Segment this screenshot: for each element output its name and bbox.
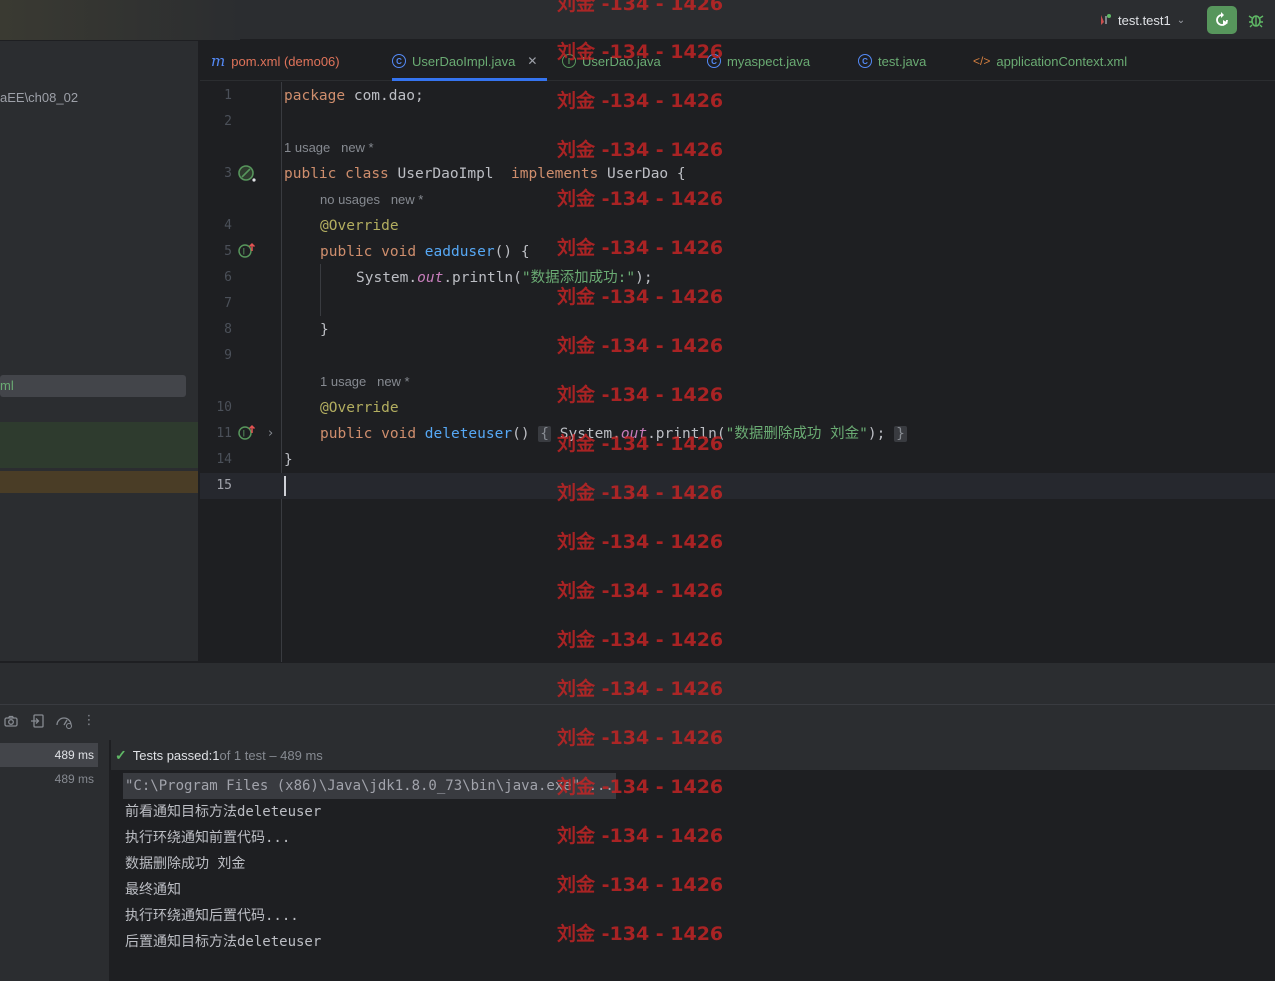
run-config-icon <box>1098 13 1112 27</box>
watermark-text: 刘金 -134 - 1426 <box>557 237 724 259</box>
svg-text:I: I <box>243 248 246 258</box>
line-number: 8 <box>224 322 232 337</box>
camera-icon[interactable] <box>3 713 19 729</box>
watermark-text: 刘金 -134 - 1426 <box>557 0 724 15</box>
watermark-text: 刘金 -134 - 1426 <box>557 482 724 504</box>
watermark-text: 刘金 -134 - 1426 <box>557 188 724 210</box>
console-line: 执行环绕通知后置代码.... <box>125 908 299 924</box>
code-line: public void eadduser() { <box>320 244 530 260</box>
svg-text:I: I <box>243 430 246 440</box>
test-tree-row[interactable]: 489 ms <box>0 767 98 791</box>
more-options-icon[interactable]: ⋮ <box>81 713 97 729</box>
line-number: 10 <box>216 400 232 415</box>
class-icon: C <box>858 54 872 68</box>
watermark-text: 刘金 -134 - 1426 <box>557 433 724 455</box>
tab-test[interactable]: C test.java <box>858 41 926 81</box>
usage-hint[interactable]: 1 usage new * <box>320 371 410 393</box>
text-caret <box>284 476 286 496</box>
line-number: 11 <box>216 426 232 441</box>
line-number-current: 15 <box>216 478 232 493</box>
watermark-text: 刘金 -134 - 1426 <box>557 90 724 112</box>
close-icon[interactable]: ✕ <box>527 54 537 68</box>
fold-chevron-icon[interactable]: › <box>268 426 273 441</box>
line-number: 1 <box>224 88 232 103</box>
project-selected-item[interactable]: ml <box>0 375 186 397</box>
code-line: package com.dao; <box>284 88 424 104</box>
console-command-line[interactable]: "C:\Program Files (x86)\Java\jdk1.8.0_73… <box>123 773 616 799</box>
tab-label: test.java <box>878 53 927 69</box>
project-highlight-brown <box>0 471 198 493</box>
line-number: 14 <box>216 452 232 467</box>
code-line: } <box>320 322 329 338</box>
tab-applicationcontext[interactable]: </> applicationContext.xml <box>973 41 1127 81</box>
line-number: 9 <box>224 348 232 363</box>
line-number: 5 <box>224 244 232 259</box>
speedometer-icon[interactable] <box>55 713 73 730</box>
implements-interface-icon[interactable] <box>237 164 257 188</box>
line-number: 2 <box>224 114 232 129</box>
tab-label: UserDaoImpl.java <box>412 53 516 69</box>
watermark-text: 刘金 -134 - 1426 <box>557 874 724 896</box>
watermark-text: 刘金 -134 - 1426 <box>557 335 724 357</box>
chevron-down-icon: ⌄ <box>1176 14 1186 26</box>
test-tree-panel: 489 ms 489 ms <box>0 740 110 981</box>
watermark-text: 刘金 -134 - 1426 <box>557 41 724 63</box>
rerun-icon <box>1216 12 1228 26</box>
watermark-text: 刘金 -134 - 1426 <box>557 776 724 798</box>
project-path-item[interactable]: aEE\ch08_02 <box>0 90 78 105</box>
tab-label: applicationContext.xml <box>996 53 1128 69</box>
watermark-text: 刘金 -134 - 1426 <box>557 825 724 847</box>
line-number: 4 <box>224 218 232 233</box>
run-config-label: test.test1 <box>1118 12 1171 28</box>
run-config-selector[interactable]: test.test1 ⌄ <box>1098 10 1185 30</box>
check-icon: ✓ <box>115 746 127 763</box>
rerun-button[interactable] <box>1207 6 1237 34</box>
watermark-text: 刘金 -134 - 1426 <box>557 139 724 161</box>
line-number: 6 <box>224 270 232 285</box>
class-icon: C <box>392 54 406 68</box>
code-line: @Override <box>320 218 399 234</box>
watermark-text: 刘金 -134 - 1426 <box>557 727 724 749</box>
status-count: 1 <box>212 747 220 763</box>
code-line: public class UserDaoImpl implements User… <box>284 166 686 182</box>
project-panel: aEE\ch08_02 ml <box>0 41 199 661</box>
test-tree-row[interactable]: 489 ms <box>0 743 98 767</box>
code-line: @Override <box>320 400 399 416</box>
import-tests-icon[interactable] <box>30 713 46 729</box>
console-line: 最终通知 <box>125 882 181 898</box>
line-number: 7 <box>224 296 232 311</box>
editor-tab-bar: m pom.xml (demo06) C UserDaoImpl.java ✕ … <box>200 41 1275 81</box>
override-method-icon[interactable]: I <box>237 241 257 263</box>
maven-icon: m <box>211 52 226 70</box>
xml-icon: </> <box>973 54 991 68</box>
tab-label: pom.xml (demo06) <box>231 53 340 69</box>
tab-userdaoimpl[interactable]: C UserDaoImpl.java ✕ <box>392 41 548 81</box>
line-number: 3 <box>224 166 232 181</box>
watermark-text: 刘金 -134 - 1426 <box>557 286 724 308</box>
title-bar-background <box>0 0 240 40</box>
code-line: } <box>284 452 293 468</box>
tab-label: myaspect.java <box>727 53 811 69</box>
usage-hint[interactable]: 1 usage new * <box>284 137 374 159</box>
current-line-highlight <box>200 473 1275 499</box>
override-method-icon[interactable]: I <box>237 423 257 445</box>
console-line: 后置通知目标方法deleteuser <box>125 934 322 950</box>
debug-button[interactable] <box>1244 8 1268 32</box>
usage-hint[interactable]: no usages new * <box>320 189 423 211</box>
watermark-text: 刘金 -134 - 1426 <box>557 923 724 945</box>
watermark-text: 刘金 -134 - 1426 <box>557 580 724 602</box>
project-highlight-green <box>0 422 198 468</box>
watermark-text: 刘金 -134 - 1426 <box>557 531 724 553</box>
console-line: 数据删除成功 刘金 <box>125 856 246 872</box>
console-line: 执行环绕通知前置代码... <box>125 830 291 846</box>
watermark-text: 刘金 -134 - 1426 <box>557 629 724 651</box>
watermark-text: 刘金 -134 - 1426 <box>557 678 724 700</box>
status-suffix: of 1 test – 489 ms <box>219 747 323 763</box>
watermark-text: 刘金 -134 - 1426 <box>557 384 724 406</box>
status-prefix: Tests passed: <box>132 747 213 763</box>
console-line: 前看通知目标方法deleteuser <box>125 804 322 820</box>
indent-guide <box>320 264 321 316</box>
bug-icon <box>1248 15 1264 28</box>
tab-pom-xml[interactable]: m pom.xml (demo06) <box>211 41 340 81</box>
